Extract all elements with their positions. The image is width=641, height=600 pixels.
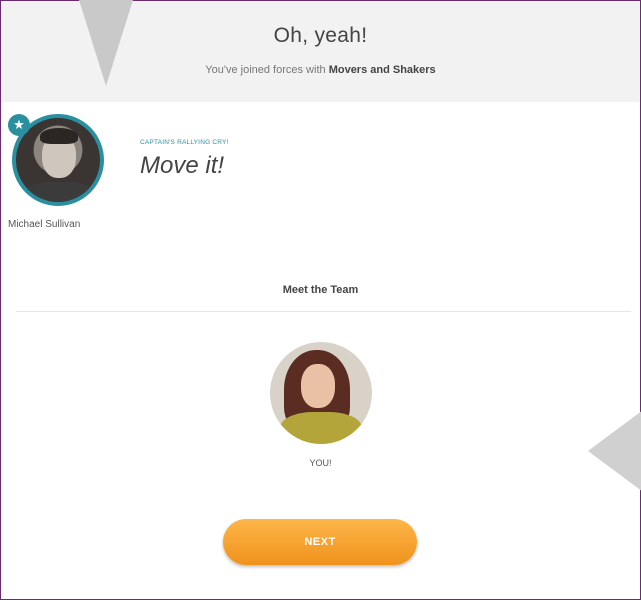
rallying-cry: Move it! bbox=[140, 152, 225, 179]
page-subtitle: You've joined forces with Movers and Sha… bbox=[0, 64, 641, 76]
avatar-face bbox=[301, 364, 335, 408]
decorative-triangle-left bbox=[588, 410, 641, 492]
subtitle-prefix: You've joined forces with bbox=[205, 64, 326, 76]
next-button[interactable]: NEXT bbox=[223, 519, 417, 565]
rallying-cry-label: CAPTAIN'S RALLYING CRY! bbox=[140, 139, 229, 146]
captain-name: Michael Sullivan bbox=[8, 219, 81, 230]
divider bbox=[16, 311, 631, 312]
member-label: YOU! bbox=[309, 458, 332, 468]
star-icon: ★ bbox=[8, 114, 30, 136]
member-avatar bbox=[270, 342, 372, 444]
avatar-shirt bbox=[280, 412, 362, 444]
team-heading: Meet the Team bbox=[282, 284, 359, 296]
avatar-hair bbox=[40, 128, 78, 144]
page-title: Oh, yeah! bbox=[273, 24, 368, 47]
team-name: Movers and Shakers bbox=[328, 64, 436, 76]
